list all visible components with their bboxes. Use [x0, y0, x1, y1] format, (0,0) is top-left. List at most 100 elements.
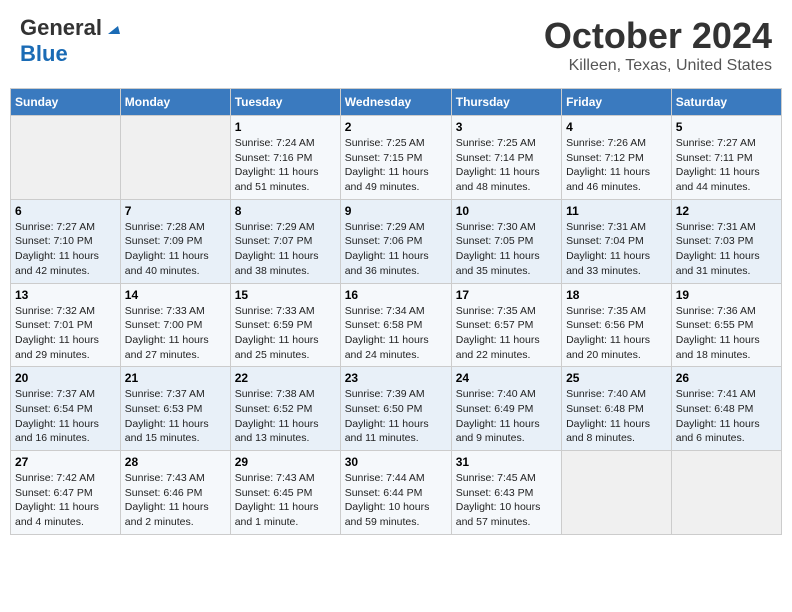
day-number: 18 [566, 288, 667, 302]
day-number: 31 [456, 455, 557, 469]
calendar-cell: 14 Sunrise: 7:33 AMSunset: 7:00 PMDayligh… [120, 283, 230, 367]
logo-text-blue: Blue [20, 41, 68, 66]
day-info: Sunrise: 7:25 AMSunset: 7:14 PMDaylight:… [456, 136, 557, 195]
day-number: 28 [125, 455, 226, 469]
day-number: 1 [235, 120, 336, 134]
day-info: Sunrise: 7:29 AMSunset: 7:07 PMDaylight:… [235, 220, 336, 279]
day-info: Sunrise: 7:37 AMSunset: 6:54 PMDaylight:… [15, 387, 116, 446]
calendar-cell: 17 Sunrise: 7:35 AMSunset: 6:57 PMDayligh… [451, 283, 561, 367]
calendar-cell: 4 Sunrise: 7:26 AMSunset: 7:12 PMDaylight… [562, 116, 672, 200]
day-info: Sunrise: 7:29 AMSunset: 7:06 PMDaylight:… [345, 220, 447, 279]
day-info: Sunrise: 7:35 AMSunset: 6:56 PMDaylight:… [566, 304, 667, 363]
day-info: Sunrise: 7:38 AMSunset: 6:52 PMDaylight:… [235, 387, 336, 446]
day-number: 15 [235, 288, 336, 302]
calendar-cell: 30 Sunrise: 7:44 AMSunset: 6:44 PMDayligh… [340, 451, 451, 535]
day-number: 13 [15, 288, 116, 302]
day-number: 26 [676, 371, 777, 385]
day-number: 27 [15, 455, 116, 469]
calendar-cell: 20 Sunrise: 7:37 AMSunset: 6:54 PMDayligh… [11, 367, 121, 451]
title-block: October 2024 Killeen, Texas, United Stat… [544, 15, 772, 75]
day-info: Sunrise: 7:41 AMSunset: 6:48 PMDaylight:… [676, 387, 777, 446]
day-number: 7 [125, 204, 226, 218]
day-info: Sunrise: 7:33 AMSunset: 7:00 PMDaylight:… [125, 304, 226, 363]
calendar-cell [671, 451, 781, 535]
calendar-cell: 24 Sunrise: 7:40 AMSunset: 6:49 PMDayligh… [451, 367, 561, 451]
day-info: Sunrise: 7:27 AMSunset: 7:10 PMDaylight:… [15, 220, 116, 279]
day-info: Sunrise: 7:27 AMSunset: 7:11 PMDaylight:… [676, 136, 777, 195]
calendar-cell: 22 Sunrise: 7:38 AMSunset: 6:52 PMDayligh… [230, 367, 340, 451]
calendar-cell: 6 Sunrise: 7:27 AMSunset: 7:10 PMDaylight… [11, 199, 121, 283]
calendar-cell: 27 Sunrise: 7:42 AMSunset: 6:47 PMDayligh… [11, 451, 121, 535]
calendar-cell: 16 Sunrise: 7:34 AMSunset: 6:58 PMDayligh… [340, 283, 451, 367]
logo: General Blue [20, 15, 122, 67]
calendar-cell: 21Sunrise: 7:37 AMSunset: 6:53 PMDayligh… [120, 367, 230, 451]
day-number: 16 [345, 288, 447, 302]
day-number: 22 [235, 371, 336, 385]
col-header-wednesday: Wednesday [340, 89, 451, 116]
calendar-cell: 29 Sunrise: 7:43 AMSunset: 6:45 PMDayligh… [230, 451, 340, 535]
day-number: 30 [345, 455, 447, 469]
day-info: Sunrise: 7:25 AMSunset: 7:15 PMDaylight:… [345, 136, 447, 195]
page-header: General Blue October 2024 Killeen, Texas… [10, 10, 782, 80]
day-info: Sunrise: 7:30 AMSunset: 7:05 PMDaylight:… [456, 220, 557, 279]
day-info: Sunrise: 7:36 AMSunset: 6:55 PMDaylight:… [676, 304, 777, 363]
calendar-cell: 8 Sunrise: 7:29 AMSunset: 7:07 PMDaylight… [230, 199, 340, 283]
day-number: 8 [235, 204, 336, 218]
col-header-sunday: Sunday [11, 89, 121, 116]
day-number: 21 [125, 371, 226, 385]
day-info: Sunrise: 7:42 AMSunset: 6:47 PMDaylight:… [15, 471, 116, 530]
col-header-friday: Friday [562, 89, 672, 116]
day-info: Sunrise: 7:34 AMSunset: 6:58 PMDaylight:… [345, 304, 447, 363]
calendar-cell: 15Sunrise: 7:33 AMSunset: 6:59 PMDayligh… [230, 283, 340, 367]
logo-arrow-icon [104, 18, 122, 36]
calendar-cell: 7 Sunrise: 7:28 AMSunset: 7:09 PMDaylight… [120, 199, 230, 283]
calendar-cell: 13 Sunrise: 7:32 AMSunset: 7:01 PMDayligh… [11, 283, 121, 367]
day-number: 9 [345, 204, 447, 218]
day-number: 4 [566, 120, 667, 134]
day-number: 14 [125, 288, 226, 302]
day-info: Sunrise: 7:40 AMSunset: 6:49 PMDaylight:… [456, 387, 557, 446]
calendar-cell: 18 Sunrise: 7:35 AMSunset: 6:56 PMDayligh… [562, 283, 672, 367]
day-number: 17 [456, 288, 557, 302]
page-subtitle: Killeen, Texas, United States [544, 57, 772, 75]
calendar-cell: 26 Sunrise: 7:41 AMSunset: 6:48 PMDayligh… [671, 367, 781, 451]
calendar-cell: 11 Sunrise: 7:31 AMSunset: 7:04 PMDayligh… [562, 199, 672, 283]
calendar-table: SundayMondayTuesdayWednesdayThursdayFrid… [10, 88, 782, 535]
calendar-cell [120, 116, 230, 200]
day-info: Sunrise: 7:24 AMSunset: 7:16 PMDaylight:… [235, 136, 336, 195]
day-number: 11 [566, 204, 667, 218]
day-info: Sunrise: 7:31 AMSunset: 7:03 PMDaylight:… [676, 220, 777, 279]
day-info: Sunrise: 7:45 AMSunset: 6:43 PMDaylight:… [456, 471, 557, 530]
day-number: 23 [345, 371, 447, 385]
day-info: Sunrise: 7:28 AMSunset: 7:09 PMDaylight:… [125, 220, 226, 279]
day-number: 24 [456, 371, 557, 385]
col-header-saturday: Saturday [671, 89, 781, 116]
day-info: Sunrise: 7:32 AMSunset: 7:01 PMDaylight:… [15, 304, 116, 363]
calendar-cell: 10 Sunrise: 7:30 AMSunset: 7:05 PMDayligh… [451, 199, 561, 283]
calendar-cell: 12 Sunrise: 7:31 AMSunset: 7:03 PMDayligh… [671, 199, 781, 283]
calendar-cell [11, 116, 121, 200]
day-number: 20 [15, 371, 116, 385]
day-number: 19 [676, 288, 777, 302]
day-number: 29 [235, 455, 336, 469]
day-info: Sunrise: 7:43 AMSunset: 6:46 PMDaylight:… [125, 471, 226, 530]
day-info: Sunrise: 7:40 AMSunset: 6:48 PMDaylight:… [566, 387, 667, 446]
day-number: 5 [676, 120, 777, 134]
calendar-cell [562, 451, 672, 535]
logo-text-general: General [20, 15, 102, 41]
day-info: Sunrise: 7:44 AMSunset: 6:44 PMDaylight:… [345, 471, 447, 530]
calendar-cell: 28 Sunrise: 7:43 AMSunset: 6:46 PMDayligh… [120, 451, 230, 535]
calendar-cell: 25 Sunrise: 7:40 AMSunset: 6:48 PMDayligh… [562, 367, 672, 451]
calendar-cell: 9 Sunrise: 7:29 AMSunset: 7:06 PMDaylight… [340, 199, 451, 283]
day-info: Sunrise: 7:43 AMSunset: 6:45 PMDaylight:… [235, 471, 336, 530]
day-info: Sunrise: 7:31 AMSunset: 7:04 PMDaylight:… [566, 220, 667, 279]
day-number: 25 [566, 371, 667, 385]
day-number: 12 [676, 204, 777, 218]
day-number: 10 [456, 204, 557, 218]
day-info: Sunrise: 7:35 AMSunset: 6:57 PMDaylight:… [456, 304, 557, 363]
calendar-cell: 1 Sunrise: 7:24 AMSunset: 7:16 PMDaylight… [230, 116, 340, 200]
day-info: Sunrise: 7:26 AMSunset: 7:12 PMDaylight:… [566, 136, 667, 195]
day-number: 6 [15, 204, 116, 218]
page-title: October 2024 [544, 15, 772, 57]
day-info: Sunrise: 7:39 AMSunset: 6:50 PMDaylight:… [345, 387, 447, 446]
